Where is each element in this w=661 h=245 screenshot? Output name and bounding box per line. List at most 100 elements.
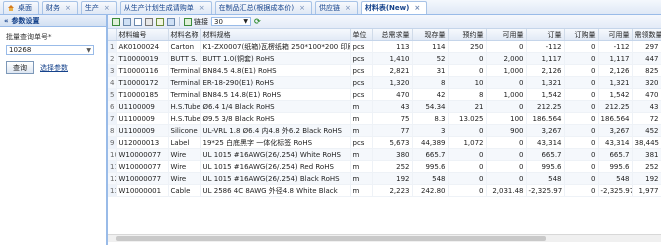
- column-header[interactable]: 订量: [526, 29, 565, 41]
- toolbar: 链接 30 ▼ ⟳: [108, 15, 661, 29]
- export-excel-icon[interactable]: [156, 17, 164, 26]
- table-cell: pcs: [350, 76, 373, 89]
- table-cell: BN84.5 14.8(E1) RoHS: [200, 88, 351, 101]
- column-header[interactable]: 材料名称: [168, 29, 201, 41]
- table-row[interactable]: 1 AK0100024 Carton K1-ZX0007(纸箱)瓦楞纸箱 250*10…: [108, 40, 661, 53]
- tab-production[interactable]: 生产 ×: [80, 1, 117, 14]
- table-row[interactable]: 13W10000001CableUL 2586 4C 8AWG 外径4.8 Wh…: [108, 184, 661, 197]
- main-panel: 链接 30 ▼ ⟳ 材料编号 材料名称 材料规格 单位 总需求量 现存量 预约量…: [108, 15, 661, 245]
- tab-finance[interactable]: 财务 ×: [42, 1, 78, 14]
- column-header[interactable]: 可用量: [598, 29, 633, 41]
- order-number-select[interactable]: 10268 ▼: [6, 45, 94, 55]
- print-icon[interactable]: [145, 17, 153, 26]
- close-icon[interactable]: ×: [104, 4, 110, 12]
- table-cell: 252: [632, 160, 661, 173]
- table-cell: 1,000: [486, 64, 527, 77]
- close-icon[interactable]: ×: [345, 4, 351, 12]
- save-icon[interactable]: [112, 17, 120, 26]
- table-cell: 1,072: [448, 136, 487, 149]
- table-cell: 43: [632, 100, 661, 113]
- link-button[interactable]: 链接: [184, 17, 208, 27]
- toolbar-divider: [179, 17, 180, 26]
- table-cell: 186.564: [598, 112, 633, 125]
- column-header[interactable]: 预约量: [448, 29, 487, 41]
- page-size-value: 30: [214, 17, 223, 26]
- table-cell: 0: [448, 52, 487, 65]
- table-cell: BUTT S.: [168, 52, 201, 65]
- table-cell: 52: [412, 52, 449, 65]
- column-header[interactable]: 订购量: [564, 29, 599, 41]
- select-params-link[interactable]: 选择参数: [40, 63, 68, 73]
- table-cell: AK0100024: [116, 40, 169, 53]
- refresh-icon[interactable]: ⟳: [254, 17, 261, 26]
- column-header[interactable]: 可用量: [486, 29, 527, 41]
- table-cell: 2,000: [486, 52, 527, 65]
- tab-desktop[interactable]: 桌面: [3, 1, 39, 14]
- row-number-cell: 12: [108, 172, 117, 185]
- table-cell: U1100009: [116, 124, 169, 137]
- table-cell: UL 1015 #16AWG(26/.254) Black RoHS: [200, 172, 351, 185]
- close-icon[interactable]: ×: [299, 4, 305, 12]
- row-number-cell: 3: [108, 64, 117, 77]
- row-number-cell: 8: [108, 124, 117, 137]
- column-header[interactable]: 总需求量: [372, 29, 413, 41]
- chevron-down-icon: ▼: [86, 46, 91, 54]
- table-cell: Wire: [168, 148, 201, 161]
- table-row[interactable]: 11W10000077WireUL 1015 #16AWG(26/.254) R…: [108, 160, 661, 173]
- table-cell: 0: [564, 136, 599, 149]
- table-row[interactable]: 8 U1100009 Silicone UL-VRL 1.8 Ø6.4 内4.8 外6…: [108, 124, 661, 137]
- tab-label: 材料表(New): [364, 4, 410, 12]
- column-header[interactable]: 单位: [350, 29, 373, 41]
- table-row[interactable]: 12W10000077WireUL 1015 #16AWG(26/.254) B…: [108, 172, 661, 185]
- refresh-grid-icon[interactable]: [123, 17, 131, 26]
- table-cell: Wire: [168, 160, 201, 173]
- table-cell: m: [350, 160, 373, 173]
- table-cell: m: [350, 148, 373, 161]
- tab-wip-summary[interactable]: 在制品汇总(根据成本价) ×: [214, 1, 312, 14]
- table-body: 1 AK0100024 Carton K1-ZX0007(纸箱)瓦楞纸箱 250*10…: [108, 40, 661, 197]
- table-row[interactable]: 9 U12000013 Label 19*25 白底黑字 一体化标签 RoHS pcs 5…: [108, 136, 661, 149]
- column-header[interactable]: 现存量: [412, 29, 449, 41]
- close-icon[interactable]: ×: [414, 4, 420, 12]
- table-cell: 192: [632, 172, 661, 185]
- close-icon[interactable]: ×: [199, 4, 205, 12]
- table-cell: 0: [448, 160, 487, 173]
- table-row[interactable]: 3 T10000116 Terminal BN84.5 4.8(E1) RoHS pcs…: [108, 64, 661, 77]
- row-number-cell: 10: [108, 148, 117, 161]
- page-size-select[interactable]: 30 ▼: [211, 17, 251, 26]
- table-row[interactable]: 5 T10000185 Terminal BN84.5 14.8(E1) RoHS pc…: [108, 88, 661, 101]
- table-row[interactable]: 2 T10000019 BUTT S. BUTT 1.0(铜套) RoHS pcs 1,4…: [108, 52, 661, 65]
- mail-icon[interactable]: [167, 17, 175, 26]
- table-cell: 0: [448, 124, 487, 137]
- column-header[interactable]: 材料编号: [116, 29, 169, 41]
- tab-label: 桌面: [18, 4, 32, 12]
- scrollbar-thumb[interactable]: [116, 236, 546, 241]
- collapse-icon[interactable]: «: [4, 17, 9, 25]
- table-row[interactable]: 6 U1100009 H.S.Tube Ø6.4 1/4 Black RoHS m 43 5…: [108, 100, 661, 113]
- tab-purchase-request[interactable]: 从生产计划生成请购单 ×: [119, 1, 212, 14]
- table-cell: 1,000: [486, 88, 527, 101]
- column-header[interactable]: 材料规格: [200, 29, 351, 41]
- table-cell: Carton: [168, 40, 201, 53]
- table-cell: 3: [412, 124, 449, 137]
- horizontal-scrollbar[interactable]: [108, 234, 661, 242]
- filter-icon[interactable]: [134, 17, 142, 26]
- close-icon[interactable]: ×: [65, 4, 71, 12]
- table-row[interactable]: 4 T10000172 Terminal ER-18-290(E1) RoHS pcs 1…: [108, 76, 661, 89]
- table-cell: m: [350, 184, 373, 197]
- table-cell: 1,410: [372, 52, 413, 65]
- row-number-cell: 1: [108, 40, 117, 53]
- tab-supply-chain[interactable]: 供应链 ×: [314, 1, 358, 14]
- table-row[interactable]: 7 U1100009 H.S.Tube Ø9.5 3/8 Black RoHS m 75 8…: [108, 112, 661, 125]
- table-cell: T10000172: [116, 76, 169, 89]
- column-header[interactable]: [108, 29, 117, 41]
- query-button[interactable]: 查询: [6, 61, 34, 74]
- link-button-label: 链接: [194, 17, 208, 26]
- tab-material-list[interactable]: 材料表(New) ×: [360, 1, 428, 14]
- column-header[interactable]: 需领数量: [632, 29, 661, 41]
- table-cell: 452: [632, 124, 661, 137]
- table-row[interactable]: 10W10000077WireUL 1015 #16AWG(26/.254) W…: [108, 148, 661, 161]
- row-number-cell: 11: [108, 160, 117, 173]
- table-cell: 0: [564, 172, 599, 185]
- row-number-cell: 6: [108, 100, 117, 113]
